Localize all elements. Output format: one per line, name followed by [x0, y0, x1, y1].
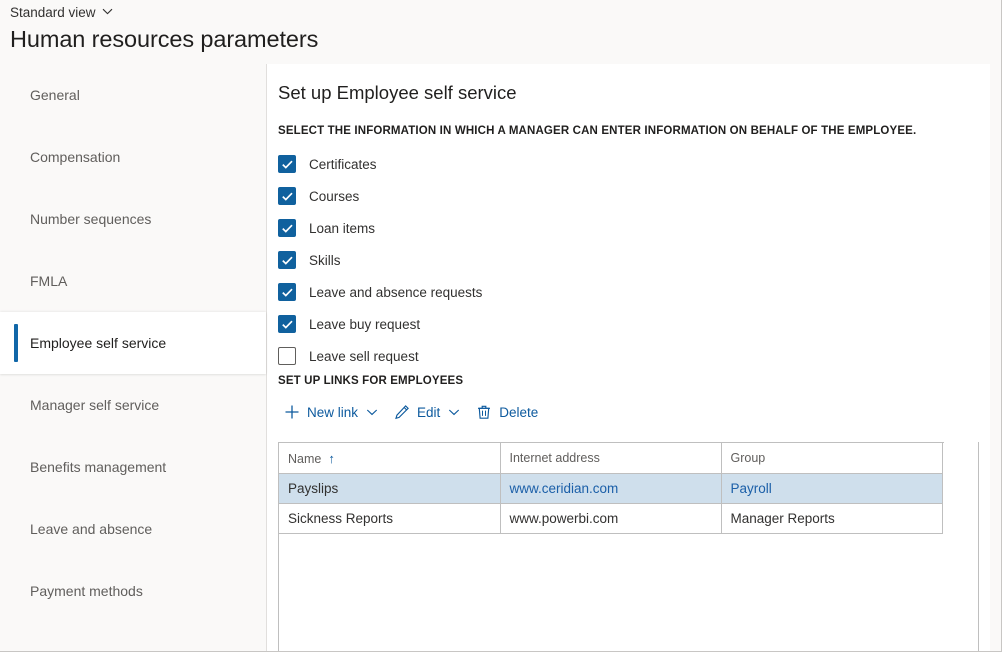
column-header-label: Group	[731, 451, 766, 465]
pencil-icon	[394, 404, 410, 420]
cell-internet-address[interactable]: www.ceridian.com	[500, 474, 721, 504]
cell-group[interactable]: Payroll	[721, 474, 942, 504]
checkbox-checked-icon[interactable]	[278, 283, 296, 301]
column-header-spacer	[942, 443, 943, 474]
manager-section-label: SELECT THE INFORMATION IN WHICH A MANAGE…	[278, 125, 916, 137]
view-selector-label: Standard view	[10, 5, 96, 20]
cell-name[interactable]: Sickness Reports	[279, 504, 500, 534]
sidebar-item-leave-and-absence[interactable]: Leave and absence	[0, 498, 266, 560]
checkbox-checked-icon[interactable]	[278, 187, 296, 205]
sidebar-item-compensation[interactable]: Compensation	[0, 126, 266, 188]
checkbox-row-certificates[interactable]: Certificates	[278, 148, 878, 180]
table-row[interactable]: Payslipswww.ceridian.comPayroll	[279, 474, 943, 504]
column-header-label: Name	[288, 452, 321, 466]
column-header-internet-address[interactable]: Internet address	[500, 443, 721, 474]
chevron-down-icon[interactable]	[366, 406, 378, 418]
trash-icon	[476, 404, 492, 420]
cell-spacer	[942, 504, 943, 534]
checkbox-checked-icon[interactable]	[278, 251, 296, 269]
plus-icon	[284, 404, 300, 420]
column-header-name[interactable]: Name ↑	[279, 443, 500, 474]
links-grid: Name ↑ Internet address Group Payslipswww.c…	[279, 442, 943, 534]
sidebar-item-label: Employee self service	[30, 335, 166, 351]
app-window: Standard view Human resources parameters…	[0, 0, 1002, 652]
sidebar-item-label: Manager self service	[30, 397, 159, 413]
chevron-down-icon	[102, 6, 113, 17]
view-selector[interactable]: Standard view	[10, 5, 113, 20]
checkbox-checked-icon[interactable]	[278, 219, 296, 237]
content-pane: Set up Employee self service SELECT THE …	[266, 64, 990, 652]
table-header-row: Name ↑ Internet address Group	[279, 443, 943, 474]
column-header-group[interactable]: Group	[721, 443, 942, 474]
sidebar-item-label: Compensation	[30, 149, 120, 165]
checkbox-label: Loan items	[309, 221, 375, 236]
grid-toolbar: New link Edit Delete	[276, 396, 546, 428]
checkbox-label: Leave sell request	[309, 349, 419, 364]
links-section-label: SET UP LINKS FOR EMPLOYEES	[278, 375, 463, 387]
links-grid-container: Name ↑ Internet address Group Payslipswww.c…	[278, 442, 979, 652]
sidebar-item-benefits-management[interactable]: Benefits management	[0, 436, 266, 498]
checkbox-row-leave-sell-request[interactable]: Leave sell request	[278, 340, 878, 372]
edit-button[interactable]: Edit	[386, 397, 468, 427]
checkbox-row-skills[interactable]: Skills	[278, 244, 878, 276]
sidebar-item-label: Number sequences	[30, 211, 151, 227]
sidebar-item-label: Leave and absence	[30, 521, 152, 537]
arrow-up-icon: ↑	[328, 451, 335, 466]
checkbox-checked-icon[interactable]	[278, 155, 296, 173]
sidebar-item-general[interactable]: General	[0, 64, 266, 126]
chevron-down-icon[interactable]	[448, 406, 460, 418]
sidebar-item-payment-methods[interactable]: Payment methods	[0, 560, 266, 622]
checkbox-list: Certificates Courses Loan items Skills Leave…	[278, 148, 878, 372]
sidebar-item-employee-self-service[interactable]: Employee self service	[0, 312, 266, 374]
toolbar-button-label: New link	[307, 405, 358, 420]
sidebar-item-manager-self-service[interactable]: Manager self service	[0, 374, 266, 436]
checkbox-label: Leave and absence requests	[309, 285, 482, 300]
checkbox-label: Courses	[309, 189, 359, 204]
checkbox-row-leave-buy-request[interactable]: Leave buy request	[278, 308, 878, 340]
sidebar-item-label: Benefits management	[30, 459, 166, 475]
sidebar-item-label: Payment methods	[30, 583, 143, 599]
checkbox-label: Skills	[309, 253, 341, 268]
toolbar-button-label: Delete	[499, 405, 538, 420]
table-row[interactable]: Sickness Reportswww.powerbi.comManager R…	[279, 504, 943, 534]
toolbar-button-label: Edit	[417, 405, 440, 420]
new-link-button[interactable]: New link	[276, 397, 386, 427]
page-title: Human resources parameters	[10, 26, 318, 53]
sidebar-item-label: General	[30, 87, 80, 103]
content-title: Set up Employee self service	[278, 82, 517, 104]
sidebar-item-number-sequences[interactable]: Number sequences	[0, 188, 266, 250]
checkbox-row-loan-items[interactable]: Loan items	[278, 212, 878, 244]
cell-name[interactable]: Payslips	[279, 474, 500, 504]
sidebar-item-fmla[interactable]: FMLA	[0, 250, 266, 312]
checkbox-row-courses[interactable]: Courses	[278, 180, 878, 212]
checkbox-label: Leave buy request	[309, 317, 420, 332]
sidebar-item-label: FMLA	[30, 273, 67, 289]
table-body: Payslipswww.ceridian.comPayrollSickness …	[279, 474, 943, 534]
checkbox-label: Certificates	[309, 157, 377, 172]
sidebar: General Compensation Number sequences FMLA E…	[0, 64, 266, 652]
checkbox-unchecked-icon[interactable]	[278, 347, 296, 365]
column-header-label: Internet address	[510, 451, 600, 465]
selected-indicator	[14, 324, 18, 362]
cell-internet-address[interactable]: www.powerbi.com	[500, 504, 721, 534]
checkbox-checked-icon[interactable]	[278, 315, 296, 333]
delete-button[interactable]: Delete	[468, 397, 546, 427]
cell-spacer	[942, 474, 943, 504]
cell-group[interactable]: Manager Reports	[721, 504, 942, 534]
checkbox-row-leave-and-absence-requests[interactable]: Leave and absence requests	[278, 276, 878, 308]
